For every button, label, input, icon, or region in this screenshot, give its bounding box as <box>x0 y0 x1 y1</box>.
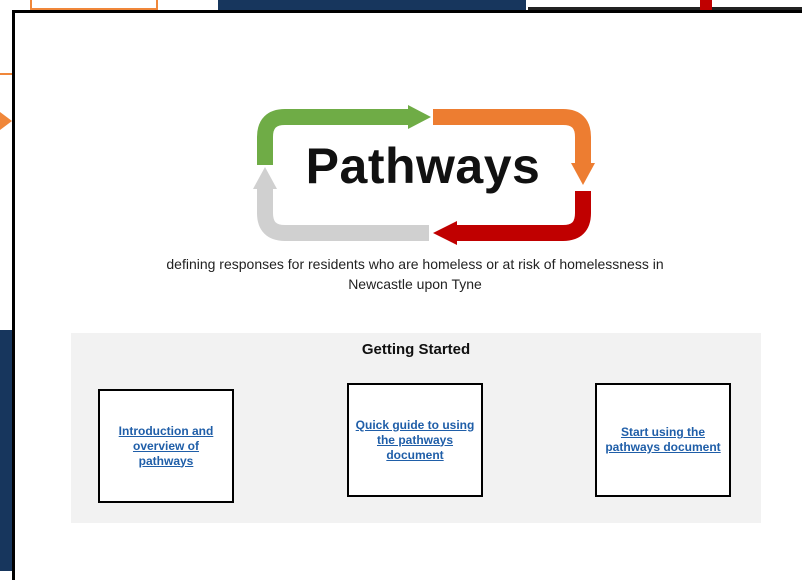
page-subtitle: defining responses for residents who are… <box>135 254 695 294</box>
arrow-right-icon <box>0 112 12 130</box>
pathways-slide: Pathways defining responses for resident… <box>12 10 802 580</box>
start-using-card[interactable]: Start using the pathways document <box>595 383 731 497</box>
getting-started-panel: Getting Started Introduction and overvie… <box>71 333 761 523</box>
logo-title: Pathways <box>305 138 541 194</box>
pathways-logo: Pathways <box>243 95 603 255</box>
subtitle-line-2: Newcastle upon Tyne <box>348 276 482 292</box>
subtitle-line-1: defining responses for residents who are… <box>166 256 664 272</box>
introduction-link[interactable]: Introduction and overview of pathways <box>106 424 226 469</box>
introduction-card[interactable]: Introduction and overview of pathways <box>98 389 234 503</box>
start-using-link[interactable]: Start using the pathways document <box>603 425 723 455</box>
getting-started-title: Getting Started <box>361 341 471 358</box>
background-slide-box <box>30 0 158 10</box>
quick-guide-link[interactable]: Quick guide to using the pathways docume… <box>355 418 475 463</box>
background-slide-right <box>528 0 802 10</box>
quick-guide-card[interactable]: Quick guide to using the pathways docume… <box>347 383 483 497</box>
